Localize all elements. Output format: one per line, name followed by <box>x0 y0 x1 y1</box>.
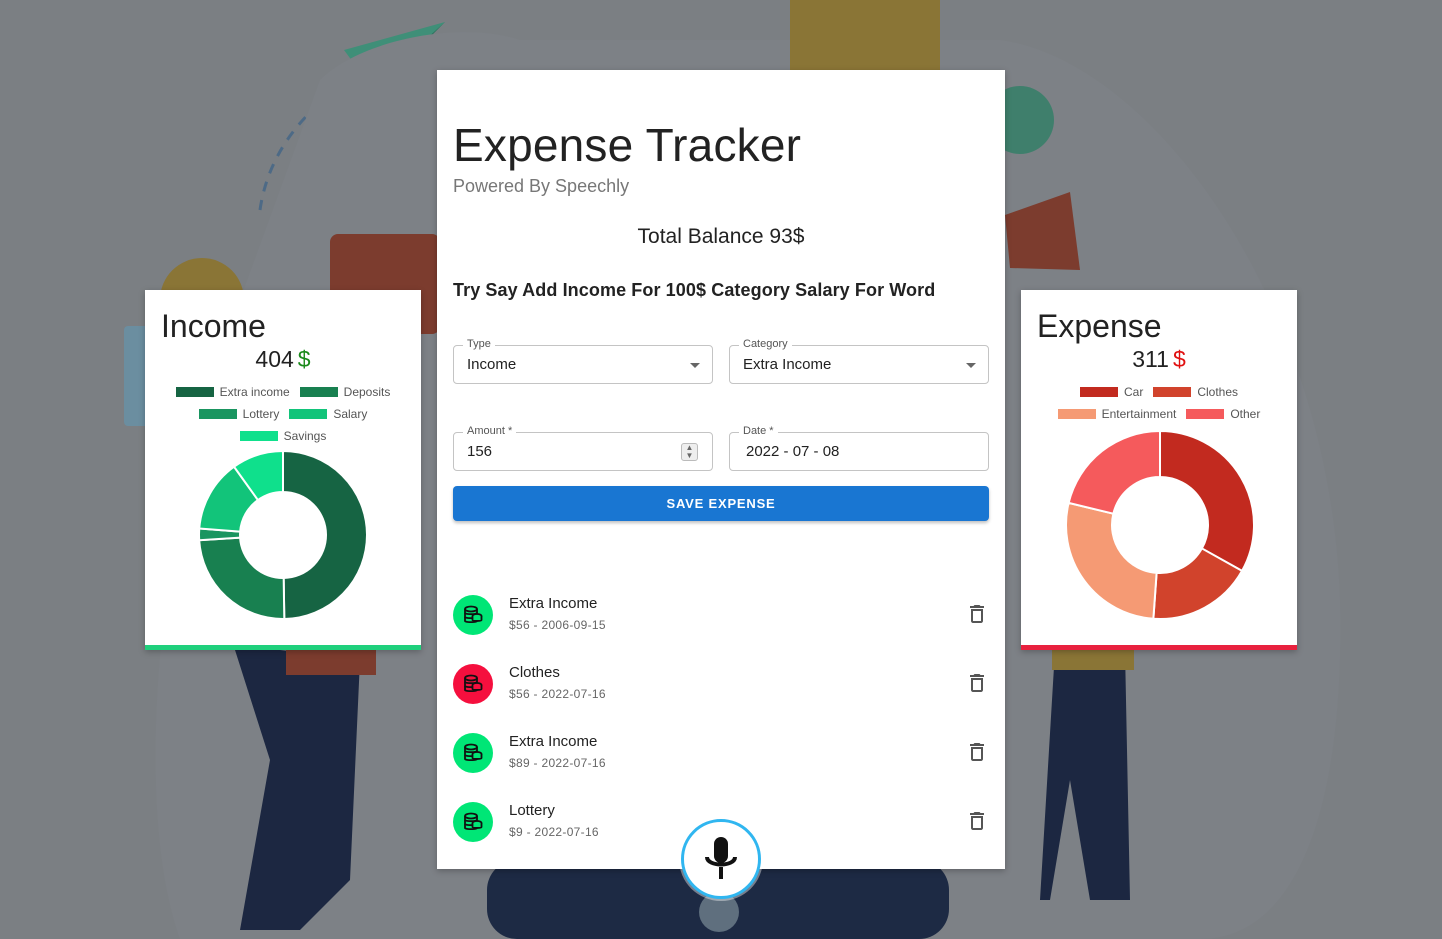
expense-currency: $ <box>1172 346 1186 372</box>
transaction-detail: $9 - 2022-07-16 <box>509 825 599 839</box>
app-subtitle: Powered By Speechly <box>453 176 630 196</box>
trash-icon[interactable] <box>965 809 989 833</box>
category-select[interactable]: Category Extra Income <box>729 338 989 384</box>
amount-input[interactable]: Amount * 156 ▲ ▼ <box>453 425 713 471</box>
amount-value: 156 <box>467 443 493 460</box>
expense-donut-chart <box>1065 429 1255 620</box>
legend-swatch <box>1153 387 1192 397</box>
income-total-value: 404 <box>255 346 294 372</box>
amount-label: Amount * <box>463 425 517 437</box>
transaction-name: Extra Income <box>509 733 598 750</box>
microphone-button[interactable] <box>681 819 761 899</box>
legend-swatch <box>299 387 338 397</box>
trash-icon[interactable] <box>965 740 989 764</box>
transaction-item[interactable]: Clothes $56 - 2022-07-16 <box>453 654 989 714</box>
type-label: Type <box>463 338 495 350</box>
transaction-item[interactable]: Extra Income $89 - 2022-07-16 <box>453 723 989 783</box>
income-title: Income <box>161 308 266 344</box>
legend-swatch <box>239 431 278 441</box>
legend-swatch <box>1186 409 1225 419</box>
trash-icon[interactable] <box>965 602 989 626</box>
microphone-icon <box>705 837 737 879</box>
transaction-avatar <box>453 802 493 842</box>
expense-total: 311 $ <box>1021 346 1297 373</box>
transaction-name: Lottery <box>509 802 555 819</box>
main-card: Expense Tracker Powered By Speechly Tota… <box>437 70 1005 869</box>
donut-slice-other[interactable] <box>1067 429 1161 515</box>
transaction-detail: $56 - 2022-07-16 <box>509 687 606 701</box>
income-card: Income 404 $ Extra income Deposits Lottery S… <box>145 290 421 650</box>
legend-label: Deposits <box>343 385 391 399</box>
legend-label: Car <box>1123 385 1144 399</box>
income-donut-chart <box>198 449 368 621</box>
legend-item[interactable]: Extra income <box>175 384 290 400</box>
dropdown-arrow-icon <box>966 363 976 368</box>
transaction-name: Clothes <box>509 664 560 681</box>
legend-label: Entertainment <box>1101 407 1177 421</box>
date-label: Date * <box>739 425 778 437</box>
legend-label: Clothes <box>1197 385 1239 399</box>
expense-title: Expense <box>1037 308 1162 344</box>
legend-label: Salary <box>333 407 368 421</box>
legend-item[interactable]: Car <box>1079 384 1144 400</box>
legend-item[interactable]: Other <box>1186 406 1260 422</box>
legend-swatch <box>1079 387 1118 397</box>
transaction-name: Extra Income <box>509 595 598 612</box>
legend-item[interactable]: Clothes <box>1153 384 1238 400</box>
legend-item[interactable]: Salary <box>289 406 367 422</box>
coins-icon <box>464 674 483 693</box>
date-value: 2022 - 07 - 08 <box>746 443 840 460</box>
coins-icon <box>464 743 483 762</box>
transaction-detail: $56 - 2006-09-15 <box>509 618 606 632</box>
transaction-avatar <box>453 595 493 635</box>
income-currency: $ <box>297 346 311 372</box>
coins-icon <box>464 812 483 831</box>
expense-total-value: 311 <box>1132 346 1169 372</box>
donut-slice-entertainment[interactable] <box>1065 501 1158 620</box>
legend-label: Extra income <box>219 385 290 399</box>
dropdown-arrow-icon <box>690 363 700 368</box>
category-value: Extra Income <box>743 356 832 373</box>
trash-icon[interactable] <box>965 671 989 695</box>
transaction-avatar <box>453 664 493 704</box>
legend-label: Lottery <box>242 407 280 421</box>
save-expense-button[interactable]: SAVE EXPENSE <box>453 486 989 521</box>
donut-slice-extra-income[interactable] <box>282 449 368 621</box>
legend-swatch <box>175 387 214 397</box>
legend-item[interactable]: Lottery <box>198 406 280 422</box>
legend-swatch <box>289 409 328 419</box>
total-balance: Total Balance 93$ <box>637 225 805 248</box>
date-input[interactable]: Date * 2022 - 07 - 08 <box>729 425 989 471</box>
app-title: Expense Tracker <box>453 119 802 171</box>
legend-item[interactable]: Deposits <box>299 384 391 400</box>
legend-item[interactable]: Entertainment <box>1057 406 1177 422</box>
type-value: Income <box>467 356 517 373</box>
type-select[interactable]: Type Income <box>453 338 713 384</box>
income-legend: Extra income Deposits Lottery Salary Savings <box>145 384 421 444</box>
donut-slice-car[interactable] <box>1159 429 1255 573</box>
transaction-detail: $89 - 2022-07-16 <box>509 756 606 770</box>
legend-swatch <box>198 409 237 419</box>
transaction-avatar <box>453 733 493 773</box>
transaction-item[interactable]: Extra Income $56 - 2006-09-15 <box>453 585 989 645</box>
coins-icon <box>464 605 483 624</box>
donut-slice-deposits[interactable] <box>198 536 286 620</box>
legend-swatch <box>1057 409 1096 419</box>
income-total: 404 $ <box>145 346 421 373</box>
category-label: Category <box>739 338 792 350</box>
legend-item[interactable]: Savings <box>239 428 327 444</box>
expense-legend: Car Clothes Entertainment Other <box>1021 384 1297 422</box>
legend-label: Other <box>1230 407 1261 421</box>
expense-card: Expense 311 $ Car Clothes Entertainment Othe… <box>1021 290 1297 650</box>
number-stepper-icon[interactable]: ▲ ▼ <box>681 443 698 461</box>
voice-hint: Try Say Add Income For 100$ Category Sal… <box>453 280 936 300</box>
legend-label: Savings <box>283 429 327 443</box>
